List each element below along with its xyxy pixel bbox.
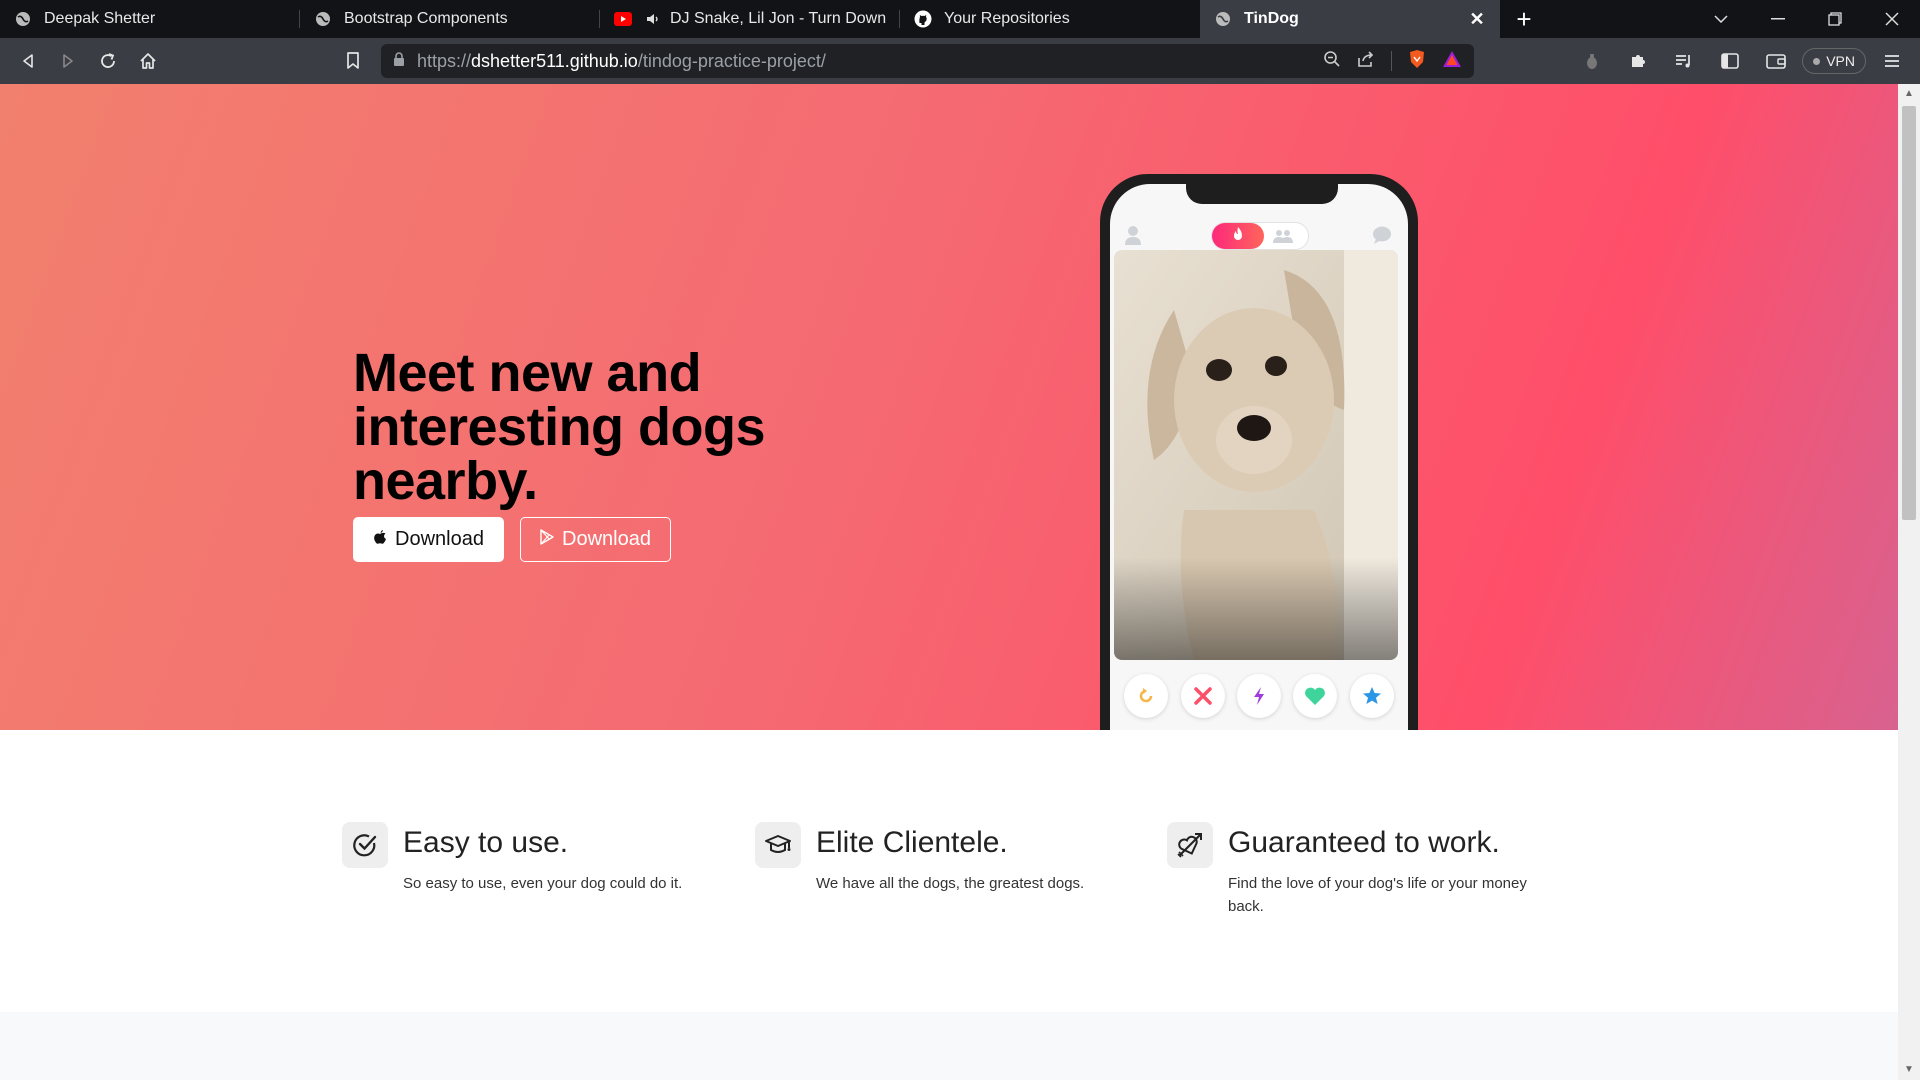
app-top-bar	[1110, 220, 1408, 252]
youtube-icon	[614, 10, 632, 28]
tab-title: Deepak Shetter	[44, 10, 156, 27]
feature-text: We have all the dogs, the greatest dogs.	[816, 875, 1085, 892]
page-scrollbar[interactable]: ▲ ▼	[1898, 84, 1920, 1080]
scroll-down-arrow-icon[interactable]: ▼	[1903, 1064, 1915, 1076]
discover-toggle	[1211, 222, 1309, 250]
new-tab-button[interactable]: +	[1500, 0, 1548, 38]
feature-text: So easy to use, even your dog could do i…	[403, 875, 683, 892]
apple-download-button[interactable]: Download	[353, 517, 504, 562]
close-window-button[interactable]	[1863, 0, 1920, 38]
home-icon[interactable]	[128, 41, 168, 81]
back-icon[interactable]	[8, 41, 48, 81]
features-section: Easy to use. So easy to use, even your d…	[0, 730, 1898, 1012]
forward-icon[interactable]	[48, 41, 88, 81]
tab-tindog[interactable]: TinDog ✕	[1200, 0, 1500, 38]
feature-text: Find the love of your dog's life or your…	[1228, 875, 1527, 915]
chat-icon	[1372, 225, 1394, 250]
tab-title: Bootstrap Components	[344, 10, 508, 27]
brave-shields-icon[interactable]	[1408, 49, 1426, 74]
speaker-icon[interactable]	[644, 10, 662, 28]
tab-deepak-shetter[interactable]: Deepak Shetter	[0, 0, 300, 38]
feature-title: Guaranteed to work.	[1228, 826, 1500, 859]
apple-download-label: Download	[395, 528, 484, 550]
next-section-band	[0, 1012, 1898, 1080]
wallet-icon[interactable]	[1756, 41, 1796, 81]
feature-title: Elite Clientele.	[816, 826, 1008, 859]
address-bar[interactable]: https://dshetter511.github.io/tindog-pra…	[381, 44, 1474, 78]
globe-icon	[1214, 10, 1232, 28]
bookmark-icon[interactable]	[333, 41, 373, 81]
close-tab-icon[interactable]: ✕	[1468, 9, 1486, 29]
menu-icon[interactable]	[1872, 41, 1912, 81]
google-play-icon	[540, 528, 554, 551]
phone-mockup	[1100, 174, 1418, 730]
tab-youtube-video[interactable]: DJ Snake, Lil Jon - Turn Down for W	[600, 0, 900, 38]
extension-icon[interactable]	[1572, 41, 1612, 81]
super-like-icon	[1349, 674, 1394, 718]
lock-icon	[393, 51, 405, 71]
phone-screen	[1110, 184, 1408, 730]
toolbar-right-group: VPN	[1572, 38, 1920, 84]
check-circle-icon	[342, 822, 388, 868]
like-icon	[1293, 674, 1338, 718]
tab-title: DJ Snake, Lil Jon - Turn Down for W	[670, 10, 886, 27]
profile-icon	[1124, 225, 1142, 250]
boost-icon	[1236, 674, 1281, 718]
heart-arrow-icon	[1167, 822, 1213, 868]
globe-icon	[314, 10, 332, 28]
group-icon	[1272, 229, 1294, 248]
phone-notch	[1186, 184, 1338, 204]
tab-title: TinDog	[1244, 10, 1299, 27]
restore-button[interactable]	[1806, 0, 1863, 38]
tab-list-chevron-icon[interactable]	[1692, 0, 1749, 38]
playlist-icon[interactable]	[1664, 41, 1704, 81]
hero-section: Meet new and interesting dogs nearby. Do…	[0, 84, 1898, 730]
browser-tab-strip: Deepak Shetter Bootstrap Components DJ S…	[0, 0, 1920, 38]
sidebar-toggle-icon[interactable]	[1710, 41, 1750, 81]
feature-title: Easy to use.	[403, 826, 569, 859]
swipe-actions	[1110, 674, 1408, 722]
puzzle-extensions-icon[interactable]	[1618, 41, 1658, 81]
minimize-button[interactable]	[1749, 0, 1806, 38]
page-viewport: Meet new and interesting dogs nearby. Do…	[0, 84, 1898, 1080]
apple-icon	[373, 528, 387, 551]
browser-toolbar: https://dshetter511.github.io/tindog-pra…	[0, 38, 1920, 84]
tab-your-repositories[interactable]: Your Repositories	[900, 0, 1200, 38]
hero-title: Meet new and interesting dogs nearby.	[353, 343, 766, 511]
graduation-cap-icon	[755, 822, 801, 868]
scroll-up-arrow-icon[interactable]: ▲	[1903, 88, 1915, 100]
share-icon[interactable]	[1357, 50, 1375, 73]
scrollbar-thumb[interactable]	[1902, 106, 1916, 520]
tab-bootstrap-components[interactable]: Bootstrap Components	[300, 0, 600, 38]
tab-title: Your Repositories	[944, 10, 1070, 27]
reload-icon[interactable]	[88, 41, 128, 81]
toggle-active-side	[1212, 223, 1264, 249]
rewind-icon	[1124, 674, 1169, 718]
google-download-label: Download	[562, 528, 651, 550]
globe-icon	[14, 10, 32, 28]
google-play-download-button[interactable]: Download	[520, 517, 671, 562]
zoom-icon[interactable]	[1323, 50, 1341, 73]
window-controls	[1692, 0, 1920, 38]
vpn-status-dot	[1813, 57, 1821, 65]
brave-rewards-icon[interactable]	[1442, 50, 1462, 73]
vpn-label: VPN	[1826, 53, 1855, 69]
url-text: https://dshetter511.github.io/tindog-pra…	[417, 50, 826, 71]
flame-icon	[1232, 226, 1244, 247]
vpn-button[interactable]: VPN	[1802, 48, 1866, 74]
nope-icon	[1180, 674, 1225, 718]
dog-photo	[1114, 250, 1398, 660]
github-icon	[914, 10, 932, 28]
